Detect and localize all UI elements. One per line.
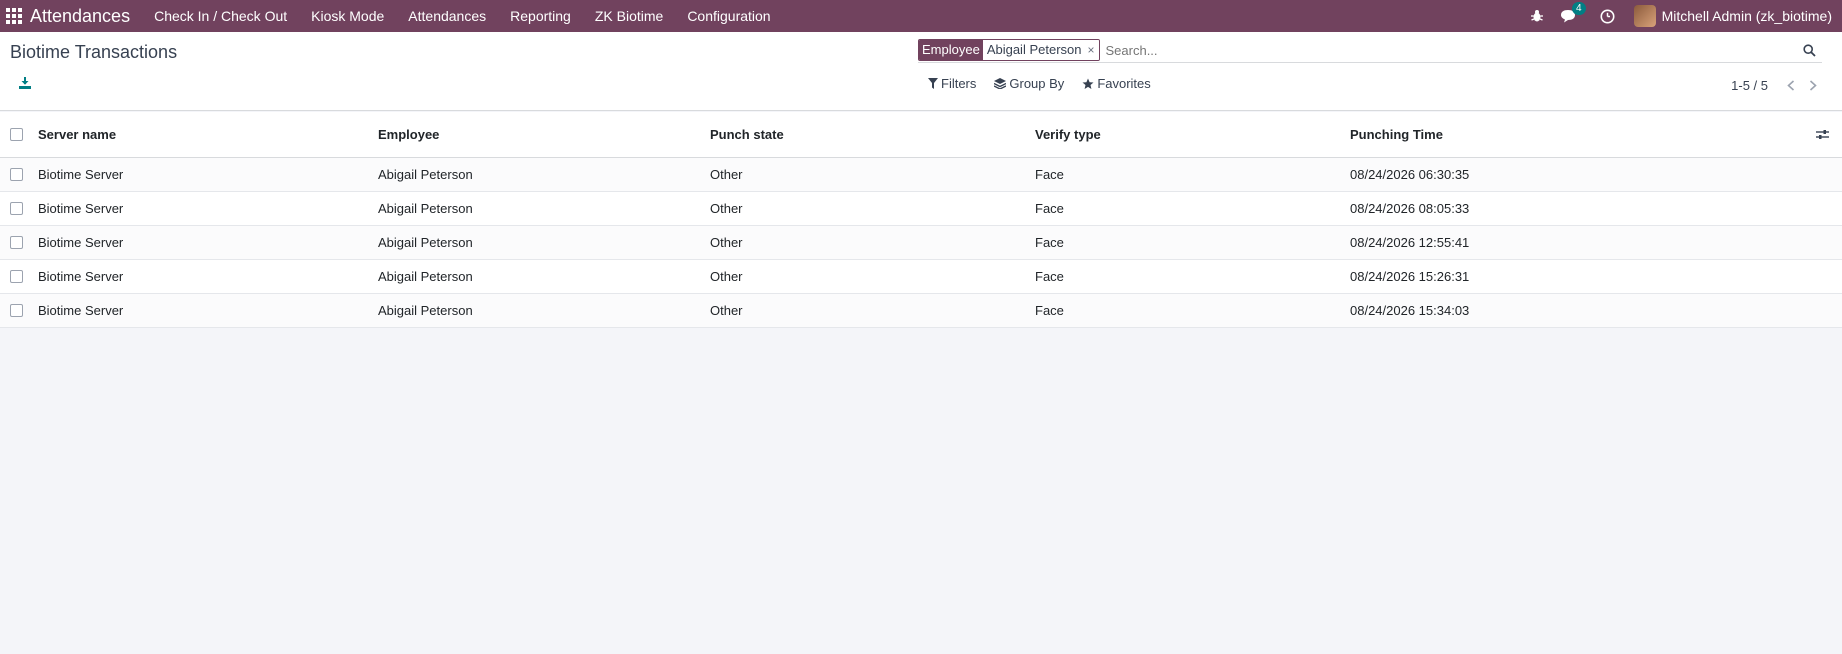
cell-server-name[interactable]: Biotime Server bbox=[38, 293, 378, 327]
cell-punching-time[interactable]: 08/24/2026 08:05:33 bbox=[1350, 191, 1802, 225]
cell-verify-type[interactable]: Face bbox=[1035, 157, 1350, 191]
row-checkbox[interactable] bbox=[10, 303, 23, 317]
pager-next-icon[interactable] bbox=[1804, 76, 1822, 94]
control-panel: Biotime Transactions Employee Abigail Pe… bbox=[0, 32, 1842, 111]
transactions-table: Server name Employee Punch state Verify … bbox=[0, 112, 1842, 328]
cell-employee[interactable]: Abigail Peterson bbox=[378, 293, 710, 327]
row-select-cell bbox=[0, 191, 38, 225]
row-checkbox[interactable] bbox=[10, 269, 23, 283]
column-punching-time[interactable]: Punching Time bbox=[1350, 112, 1802, 157]
row-checkbox[interactable] bbox=[10, 201, 23, 215]
row-checkbox[interactable] bbox=[10, 235, 23, 249]
pager-previous-icon[interactable] bbox=[1782, 76, 1800, 94]
activity-clock-icon[interactable] bbox=[1597, 0, 1619, 32]
select-all-checkbox[interactable] bbox=[10, 127, 23, 141]
cell-employee[interactable]: Abigail Peterson bbox=[378, 191, 710, 225]
table-row[interactable]: Biotime Server Abigail Peterson Other Fa… bbox=[0, 225, 1842, 259]
row-select-cell bbox=[0, 293, 38, 327]
table-row[interactable]: Biotime Server Abigail Peterson Other Fa… bbox=[0, 191, 1842, 225]
group-by-button[interactable]: Group By bbox=[994, 76, 1064, 91]
cell-empty bbox=[1802, 225, 1842, 259]
cell-verify-type[interactable]: Face bbox=[1035, 225, 1350, 259]
filters-label: Filters bbox=[941, 76, 977, 91]
cell-empty bbox=[1802, 259, 1842, 293]
cell-verify-type[interactable]: Face bbox=[1035, 191, 1350, 225]
filters-button[interactable]: Filters bbox=[928, 76, 976, 91]
star-icon bbox=[1082, 78, 1094, 89]
cell-employee[interactable]: Abigail Peterson bbox=[378, 157, 710, 191]
pager: 1-5 / 5 bbox=[1731, 76, 1822, 94]
menu-configuration[interactable]: Configuration bbox=[675, 0, 782, 32]
optional-columns-cell bbox=[1802, 112, 1842, 157]
filter-icon bbox=[928, 78, 938, 89]
favorites-button[interactable]: Favorites bbox=[1082, 76, 1151, 91]
menu-zk-biotime[interactable]: ZK Biotime bbox=[583, 0, 675, 32]
cell-punching-time[interactable]: 08/24/2026 15:34:03 bbox=[1350, 293, 1802, 327]
cell-server-name[interactable]: Biotime Server bbox=[38, 157, 378, 191]
row-checkbox[interactable] bbox=[10, 167, 23, 181]
cell-punch-state[interactable]: Other bbox=[710, 225, 1035, 259]
facet-value: Abigail Peterson bbox=[982, 40, 1086, 60]
row-select-cell bbox=[0, 225, 38, 259]
menu-kiosk-mode[interactable]: Kiosk Mode bbox=[299, 0, 396, 32]
cell-server-name[interactable]: Biotime Server bbox=[38, 259, 378, 293]
menu-reporting[interactable]: Reporting bbox=[498, 0, 583, 32]
user-menu[interactable]: Mitchell Admin (zk_biotime) bbox=[1662, 8, 1832, 24]
cell-punch-state[interactable]: Other bbox=[710, 293, 1035, 327]
column-verify-type[interactable]: Verify type bbox=[1035, 112, 1350, 157]
facet-label: Employee bbox=[919, 40, 983, 60]
table-header-row: Server name Employee Punch state Verify … bbox=[0, 112, 1842, 157]
pager-value[interactable]: 1-5 / 5 bbox=[1731, 78, 1768, 93]
cell-punch-state[interactable]: Other bbox=[710, 157, 1035, 191]
facet-remove-icon[interactable]: × bbox=[1085, 40, 1099, 60]
optional-columns-sliders-icon[interactable] bbox=[1802, 129, 1842, 140]
cell-punching-time[interactable]: 08/24/2026 15:26:31 bbox=[1350, 259, 1802, 293]
group-by-label: Group By bbox=[1009, 76, 1065, 91]
cell-punching-time[interactable]: 08/24/2026 12:55:41 bbox=[1350, 225, 1802, 259]
cell-employee[interactable]: Abigail Peterson bbox=[378, 259, 710, 293]
layers-icon bbox=[994, 78, 1007, 89]
user-avatar[interactable] bbox=[1633, 5, 1656, 27]
column-employee[interactable]: Employee bbox=[378, 112, 710, 157]
table-row[interactable]: Biotime Server Abigail Peterson Other Fa… bbox=[0, 259, 1842, 293]
row-select-cell bbox=[0, 259, 38, 293]
navbar-systray: 4 Mitchell Admin (zk_biotime) bbox=[1521, 0, 1842, 32]
column-server-name[interactable]: Server name bbox=[38, 112, 378, 157]
column-punch-state[interactable]: Punch state bbox=[710, 112, 1035, 157]
apps-menu-icon[interactable] bbox=[6, 8, 22, 24]
cell-server-name[interactable]: Biotime Server bbox=[38, 191, 378, 225]
table-row[interactable]: Biotime Server Abigail Peterson Other Fa… bbox=[0, 157, 1842, 191]
cell-punch-state[interactable]: Other bbox=[710, 191, 1035, 225]
page-title: Biotime Transactions bbox=[10, 42, 178, 62]
search-bar: Employee Abigail Peterson × bbox=[918, 38, 1822, 63]
messages-count-badge: 4 bbox=[1572, 2, 1586, 15]
cell-empty bbox=[1802, 157, 1842, 191]
search-facet: Employee Abigail Peterson × bbox=[918, 39, 1100, 61]
cell-verify-type[interactable]: Face bbox=[1035, 259, 1350, 293]
debug-bug-icon[interactable] bbox=[1526, 0, 1548, 32]
row-select-cell bbox=[0, 157, 38, 191]
select-all-cell bbox=[0, 112, 38, 157]
cell-employee[interactable]: Abigail Peterson bbox=[378, 225, 710, 259]
search-input[interactable] bbox=[1105, 42, 1798, 58]
menu-check-in-out[interactable]: Check In / Check Out bbox=[142, 0, 299, 32]
search-icon[interactable] bbox=[1798, 39, 1820, 61]
cell-empty bbox=[1802, 191, 1842, 225]
top-navbar: Attendances Check In / Check Out Kiosk M… bbox=[0, 0, 1842, 32]
messages-chat-icon[interactable]: 4 bbox=[1558, 0, 1586, 32]
cell-verify-type[interactable]: Face bbox=[1035, 293, 1350, 327]
cell-empty bbox=[1802, 293, 1842, 327]
cell-punch-state[interactable]: Other bbox=[710, 259, 1035, 293]
app-name[interactable]: Attendances bbox=[30, 6, 130, 27]
search-options: Filters Group By Favorites bbox=[928, 76, 1169, 91]
table-row[interactable]: Biotime Server Abigail Peterson Other Fa… bbox=[0, 293, 1842, 327]
cell-punching-time[interactable]: 08/24/2026 06:30:35 bbox=[1350, 157, 1802, 191]
favorites-label: Favorites bbox=[1097, 76, 1151, 91]
cell-server-name[interactable]: Biotime Server bbox=[38, 225, 378, 259]
download-icon[interactable] bbox=[18, 76, 34, 92]
menu-attendances[interactable]: Attendances bbox=[396, 0, 498, 32]
